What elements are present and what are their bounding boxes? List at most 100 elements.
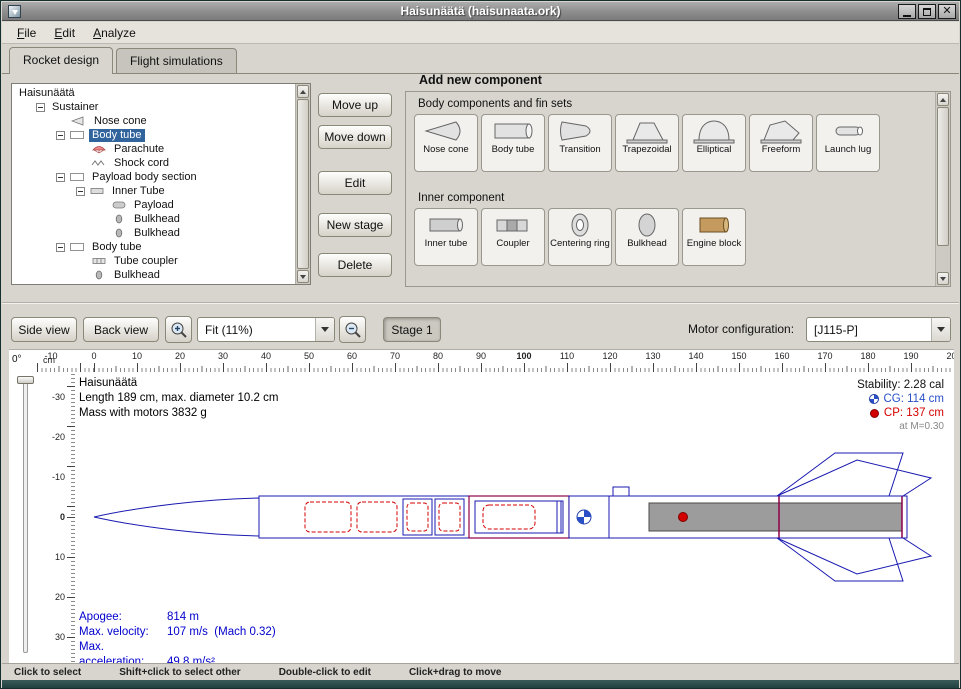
close-button[interactable]: ✕ bbox=[938, 4, 956, 19]
scroll-up-button[interactable] bbox=[297, 85, 309, 98]
side-view-button[interactable]: Side view bbox=[11, 317, 77, 342]
collapse-icon[interactable] bbox=[36, 103, 45, 112]
tree-scrollbar[interactable] bbox=[295, 84, 310, 284]
move-down-button[interactable]: Move down bbox=[318, 125, 392, 149]
tab-rocket-design[interactable]: Rocket design bbox=[9, 47, 113, 74]
cg-icon bbox=[869, 394, 879, 404]
tree-item-payload-body-section[interactable]: Payload body section bbox=[12, 170, 295, 184]
tree-item-inner-tube[interactable]: Inner Tube bbox=[12, 184, 295, 198]
centering-ring-icon bbox=[558, 212, 602, 238]
back-view-button[interactable]: Back view bbox=[83, 317, 159, 342]
nose-cone-icon bbox=[71, 116, 87, 126]
add-body-tube-button[interactable]: Body tube bbox=[481, 114, 545, 172]
menu-file[interactable]: File bbox=[8, 23, 45, 43]
tree-item-body-tube-2[interactable]: Body tube bbox=[12, 240, 295, 254]
scrollbar-thumb[interactable] bbox=[297, 99, 309, 269]
tree-item-shock-cord[interactable]: Shock cord bbox=[12, 156, 295, 170]
tab-flight-simulations[interactable]: Flight simulations bbox=[116, 48, 237, 73]
tree-item-nose-cone[interactable]: Nose cone bbox=[12, 114, 295, 128]
freeform-fin-icon bbox=[759, 118, 803, 144]
scroll-up-button[interactable] bbox=[937, 93, 949, 106]
tree-item-tube-coupler[interactable]: Tube coupler bbox=[12, 254, 295, 268]
rocket-figure-pane[interactable]: 0° cm -100102030405060708090100110120130… bbox=[9, 349, 954, 663]
tree-item-parachute[interactable]: Parachute bbox=[12, 142, 295, 156]
chevron-down-icon[interactable] bbox=[315, 318, 334, 341]
component-tree[interactable]: Haisunäätä Sustainer Nose cone Body tube… bbox=[11, 83, 311, 285]
stability-info: Stability: 2.28 cal CG: 114 cm CP: 137 c… bbox=[857, 378, 944, 434]
move-up-button[interactable]: Move up bbox=[318, 93, 392, 117]
zoom-out-icon bbox=[343, 320, 363, 340]
stage-1-toggle[interactable]: Stage 1 bbox=[383, 317, 441, 342]
shock-cord-icon bbox=[91, 158, 107, 168]
body-tube-icon bbox=[491, 118, 535, 144]
hint-double-click: Double-click to edit bbox=[279, 667, 371, 678]
minimize-icon bbox=[903, 15, 911, 17]
tab-bar: Rocket design Flight simulations bbox=[2, 45, 959, 74]
hint-shift-click: Shift+click to select other bbox=[119, 667, 240, 678]
payload-icon bbox=[111, 200, 127, 210]
collapse-icon[interactable] bbox=[56, 243, 65, 252]
cp-marker bbox=[679, 513, 688, 522]
tree-item-bulkhead-3[interactable]: Bulkhead bbox=[12, 268, 295, 282]
add-coupler-button[interactable]: Coupler bbox=[481, 208, 545, 266]
application-window: Haisunäätä (haisunaata.ork) ✕ File Edit … bbox=[0, 0, 961, 689]
maximize-button[interactable] bbox=[918, 4, 936, 19]
add-inner-tube-button[interactable]: Inner tube bbox=[414, 208, 478, 266]
inner-tube-icon bbox=[424, 212, 468, 238]
new-stage-button[interactable]: New stage bbox=[318, 213, 392, 237]
add-nose-cone-button[interactable]: Nose cone bbox=[414, 114, 478, 172]
trapezoidal-fin-icon bbox=[625, 118, 669, 144]
body-tube-icon bbox=[69, 242, 85, 252]
menu-analyze[interactable]: Analyze bbox=[84, 23, 145, 43]
window-title: Haisunäätä (haisunaata.ork) bbox=[2, 4, 959, 18]
max-acceleration-value: 49.8 m/s² bbox=[167, 656, 215, 663]
add-bulkhead-button[interactable]: Bulkhead bbox=[615, 208, 679, 266]
add-trapezoidal-fin-button[interactable]: Trapezoidal bbox=[615, 114, 679, 172]
add-centering-ring-button[interactable]: Centering ring bbox=[548, 208, 612, 266]
scrollbar-thumb[interactable] bbox=[937, 107, 949, 246]
rocket-name: Haisunäätä bbox=[79, 376, 278, 391]
mach-condition: at M=0.30 bbox=[857, 420, 944, 434]
minimize-button[interactable] bbox=[898, 4, 916, 19]
tree-item-haisunaata[interactable]: Haisunäätä bbox=[12, 86, 295, 100]
zoom-select[interactable]: Fit (11%) bbox=[197, 317, 335, 342]
add-freeform-fin-button[interactable]: Freeform bbox=[749, 114, 813, 172]
add-engine-block-button[interactable]: Engine block bbox=[682, 208, 746, 266]
collapse-icon[interactable] bbox=[56, 173, 65, 182]
body-tube-icon bbox=[69, 172, 85, 182]
fin-shape bbox=[777, 538, 931, 574]
cp-icon bbox=[870, 409, 879, 418]
collapse-icon[interactable] bbox=[56, 131, 65, 140]
tree-item-sustainer[interactable]: Sustainer bbox=[12, 100, 295, 114]
hint-click-to-select: Click to select bbox=[14, 667, 81, 678]
delete-button[interactable]: Delete bbox=[318, 253, 392, 277]
launch-lug-shape bbox=[613, 487, 629, 496]
inner-tube-icon bbox=[89, 186, 105, 196]
add-component-title: Add new component bbox=[419, 73, 542, 87]
bulkhead-icon bbox=[625, 212, 669, 238]
menu-edit[interactable]: Edit bbox=[45, 23, 84, 43]
nose-cone-icon bbox=[424, 118, 468, 144]
zoom-out-button[interactable] bbox=[339, 316, 366, 343]
tree-item-payload[interactable]: Payload bbox=[12, 198, 295, 212]
scroll-down-button[interactable] bbox=[937, 272, 949, 285]
statusbar: Click to select Shift+click to select ot… bbox=[2, 663, 959, 680]
flight-stats: Apogee:814 m Max. velocity:107 m/s (Mach… bbox=[79, 610, 276, 663]
chevron-down-icon[interactable] bbox=[931, 318, 950, 341]
scroll-down-button[interactable] bbox=[297, 270, 309, 283]
add-launch-lug-button[interactable]: Launch lug bbox=[816, 114, 880, 172]
motor-configuration-select[interactable]: [J115-P] bbox=[806, 317, 951, 342]
body-components-label: Body components and fin sets bbox=[418, 98, 572, 110]
titlebar[interactable]: Haisunäätä (haisunaata.ork) ✕ bbox=[2, 2, 959, 21]
add-transition-button[interactable]: Transition bbox=[548, 114, 612, 172]
add-elliptical-fin-button[interactable]: Elliptical bbox=[682, 114, 746, 172]
zoom-in-button[interactable] bbox=[165, 316, 192, 343]
tree-item-bulkhead-2[interactable]: Bulkhead bbox=[12, 226, 295, 240]
window-frame-bottom bbox=[2, 680, 959, 689]
tree-item-bulkhead-1[interactable]: Bulkhead bbox=[12, 212, 295, 226]
collapse-icon[interactable] bbox=[76, 187, 85, 196]
tree-item-body-tube[interactable]: Body tube bbox=[12, 128, 295, 142]
component-panel-scrollbar[interactable] bbox=[935, 92, 950, 286]
edit-button[interactable]: Edit bbox=[318, 171, 392, 195]
launch-lug-icon bbox=[826, 118, 870, 144]
